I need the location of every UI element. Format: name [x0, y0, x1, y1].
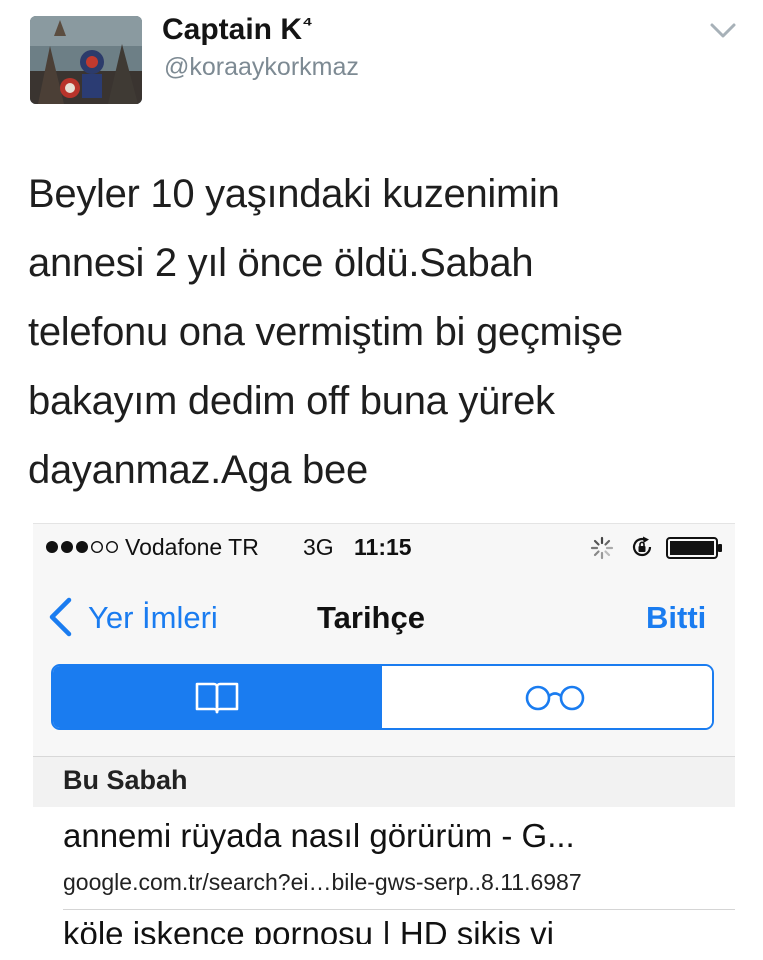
section-header: Bu Sabah — [33, 757, 735, 807]
activity-spinner-icon — [590, 536, 614, 560]
user-handle[interactable]: @koraaykorkmaz — [164, 53, 359, 82]
tweet-line: telefonu ona vermiştim bi geçmişe — [28, 310, 623, 354]
name-badge: ⁴ — [302, 11, 313, 36]
back-chevron-icon[interactable] — [47, 596, 73, 638]
tweet-text: Beyler 10 yaşındaki kuzenimin annesi 2 y… — [28, 160, 748, 505]
status-time: 11:15 — [354, 534, 412, 560]
display-name[interactable]: Captain K⁴ — [162, 11, 313, 47]
tweet-line: dayanmaz.Aga bee — [28, 448, 368, 492]
tweet-line: Beyler 10 yaşındaki kuzenimin — [28, 172, 560, 216]
attached-screenshot[interactable]: Vodafone TR 3G 11:15 Yer İmleri Tarihçe … — [33, 523, 735, 944]
battery-icon — [666, 537, 722, 559]
segment-reading-list[interactable] — [383, 666, 712, 728]
status-bar: Vodafone TR 3G 11:15 — [33, 524, 735, 570]
segmented-control — [51, 664, 714, 730]
book-icon — [195, 682, 239, 714]
divider — [63, 909, 735, 910]
glasses-icon — [525, 685, 585, 711]
chevron-down-icon[interactable] — [706, 18, 740, 44]
segment-bookmarks[interactable] — [53, 666, 382, 728]
nav-title: Tarihçe — [317, 600, 425, 635]
tweet-line: bakayım dedim off buna yürek — [28, 379, 555, 423]
history-item-url: google.com.tr/search?ei…bile-gws-serp..8… — [63, 869, 582, 895]
carrier-name: Vodafone TR — [125, 534, 259, 560]
done-button[interactable]: Bitti — [646, 600, 706, 636]
signal-strength-icon — [46, 540, 119, 554]
history-list: annemi rüyada nasıl görürüm - G... googl… — [33, 807, 735, 944]
avatar[interactable] — [30, 16, 142, 104]
history-item-title[interactable]: annemi rüyada nasıl görürüm - G... — [63, 817, 575, 855]
network-type: 3G — [303, 534, 334, 560]
history-item-title[interactable]: köle işkence pornosu | HD sikiş vi — [63, 915, 554, 944]
section-title: Bu Sabah — [63, 765, 188, 795]
avatar-image — [30, 16, 142, 104]
back-button[interactable]: Yer İmleri — [88, 600, 218, 636]
rotation-lock-icon — [632, 536, 652, 557]
navigation-bar: Yer İmleri Tarihçe Bitti — [33, 582, 735, 652]
display-name-text[interactable]: Captain K — [162, 13, 302, 46]
tweet-line: annesi 2 yıl önce öldü.Sabah — [28, 241, 534, 285]
